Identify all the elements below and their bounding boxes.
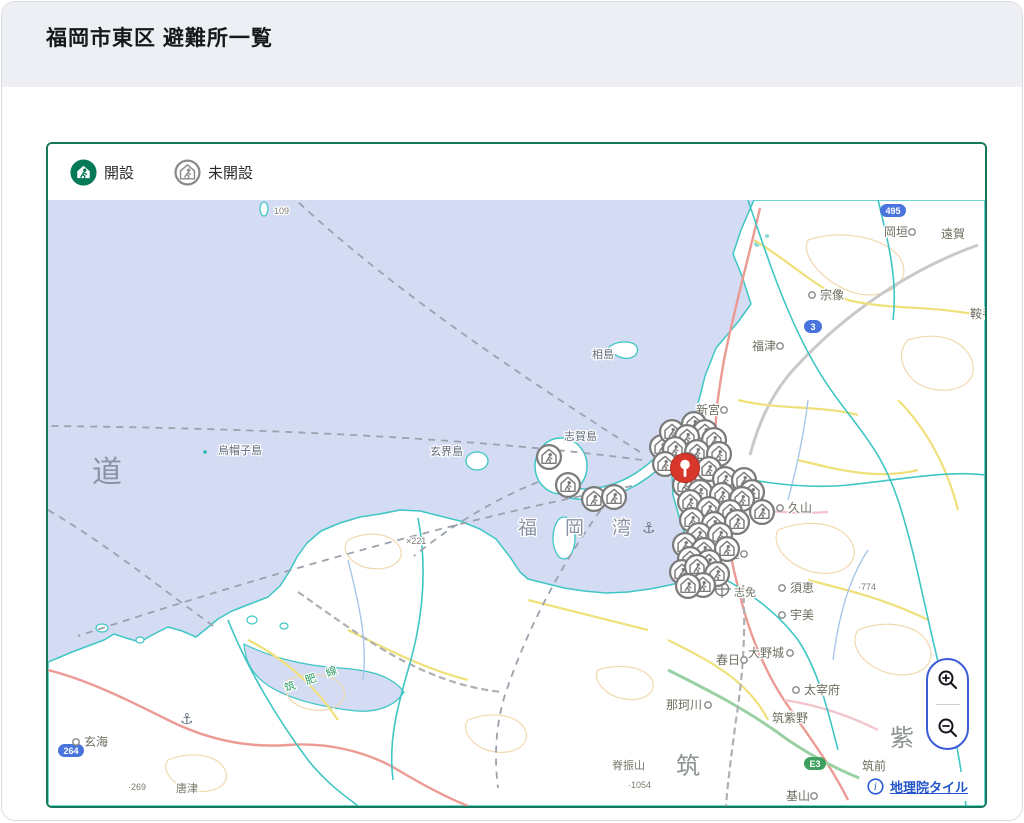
zoom-divider xyxy=(936,704,960,705)
selected-pin-layer xyxy=(671,454,700,483)
map-label: 玄界島 xyxy=(430,444,463,458)
map-label: 相島 xyxy=(592,347,614,361)
red-pin-icon[interactable] xyxy=(671,454,700,483)
legend: 開設 未開設 xyxy=(48,144,985,200)
page-header: 福岡市東区 避難所一覧 xyxy=(2,2,1022,87)
map-label: 春日 xyxy=(716,653,740,667)
map-label: 筑 xyxy=(676,752,700,780)
map-label: 那珂川 xyxy=(666,698,702,712)
map-label: 福 xyxy=(518,517,537,539)
legend-item-closed: 未開設 xyxy=(174,159,253,186)
map-label: 筑紫野 xyxy=(772,710,808,725)
shelter-marker-closed[interactable] xyxy=(556,473,580,497)
map-label: 基山 xyxy=(786,789,810,803)
gsi-tile-link[interactable]: 地理院タイル xyxy=(890,777,968,796)
map-canvas[interactable]: 264 3 495 E3 109 道 烏帽子島 玄界島 相島志賀島福 岡 湾 ⚓ ⚓ 岡垣 遠賀宗像福津 鞍… xyxy=(48,200,985,806)
svg-text:i: i xyxy=(874,782,877,793)
map-label: 福津 xyxy=(752,338,776,353)
map-label: 遠賀 xyxy=(941,227,965,241)
gsi-map[interactable]: 264 3 495 E3 109 道 烏帽子島 玄界島 相島志賀島福 岡 湾 ⚓ ⚓ 岡垣 遠賀宗像福津 鞍… xyxy=(48,200,985,806)
map-label: 脊振山 xyxy=(612,758,645,772)
map-label: 岡 xyxy=(565,517,584,539)
map-label: 岡垣 xyxy=(884,225,908,239)
zoom-in-button[interactable] xyxy=(935,667,961,693)
map-label: ·774 xyxy=(858,582,876,592)
map-label: 109 xyxy=(274,206,289,216)
map-label: 須恵 xyxy=(790,581,814,595)
zoom-out-button[interactable] xyxy=(935,715,961,741)
map-label: 志賀島 xyxy=(564,429,597,443)
app-window: 福岡市東区 避難所一覧 開設 未開設 xyxy=(1,1,1023,821)
shelter-marker-closed[interactable] xyxy=(602,485,626,509)
map-label: ×221 xyxy=(406,536,426,546)
svg-text:264: 264 xyxy=(63,746,78,756)
legend-item-open: 開設 xyxy=(70,159,134,186)
map-label: ·1054 xyxy=(628,780,651,790)
legend-closed-label: 未開設 xyxy=(208,162,253,183)
map-label: 久山 xyxy=(788,501,812,515)
map-label: 玄海 xyxy=(84,734,108,749)
shelter-map-panel: 開設 未開設 xyxy=(46,142,987,808)
map-label: 宇美 xyxy=(790,608,814,622)
svg-text:E3: E3 xyxy=(809,759,820,769)
info-icon[interactable]: i xyxy=(867,778,884,795)
svg-text:495: 495 xyxy=(885,206,900,216)
map-label: 宗像 xyxy=(820,287,844,302)
map-label: 大野城 xyxy=(748,646,784,660)
map-label: ·269 xyxy=(128,782,146,792)
magnifier-minus-icon xyxy=(936,716,960,740)
map-label: 志免 xyxy=(734,585,756,599)
shelter-open-icon xyxy=(70,159,97,186)
shelter-marker-closed[interactable] xyxy=(750,500,774,524)
shelter-marker-closed[interactable] xyxy=(676,574,700,598)
map-label: 烏帽子島 xyxy=(218,443,262,457)
map-label: ⚓ xyxy=(642,519,655,537)
svg-text:3: 3 xyxy=(810,322,815,332)
page-title: 福岡市東区 避難所一覧 xyxy=(46,22,1022,52)
map-label: 紫 xyxy=(890,724,914,752)
map-label: 唐津 xyxy=(176,781,198,795)
map-attribution: i 地理院タイル xyxy=(859,772,980,801)
magnifier-plus-icon xyxy=(936,668,960,692)
shelter-closed-icon xyxy=(174,159,201,186)
map-label: 筑前 xyxy=(862,758,886,773)
shelter-marker-closed[interactable] xyxy=(537,445,561,469)
map-label: 道 xyxy=(92,455,122,490)
genkaijima-island xyxy=(466,452,488,470)
map-label: 鞍手 xyxy=(970,306,985,321)
map-label: ⚓ xyxy=(180,710,193,728)
legend-open-label: 開設 xyxy=(104,162,134,183)
zoom-control xyxy=(926,658,969,750)
map-label: 湾 xyxy=(612,517,631,539)
map-label: 太宰府 xyxy=(804,682,840,697)
